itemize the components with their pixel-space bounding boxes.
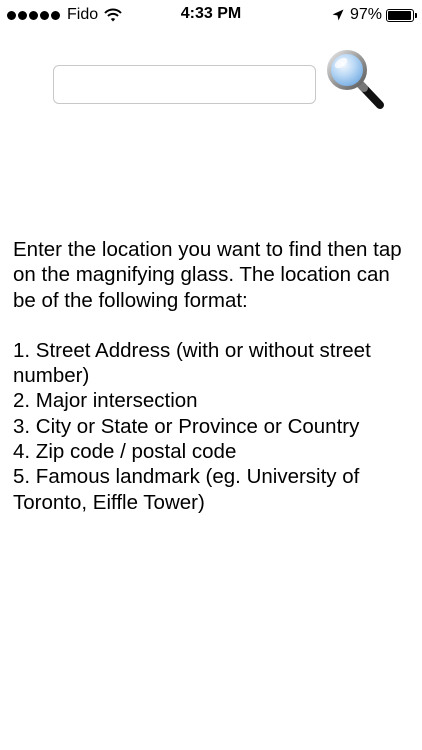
magnifying-glass-icon xyxy=(327,50,384,109)
format-list-item: 2. Major intersection xyxy=(13,389,198,413)
location-arrow-icon xyxy=(332,9,344,21)
status-bar: Fido 4:33 PM 97% xyxy=(0,0,422,30)
status-right: 97% xyxy=(332,6,417,24)
battery-icon xyxy=(386,8,417,22)
format-list-item: 1. Street Address (with or without stree… xyxy=(13,338,371,388)
instructions-intro: Enter the location you want to find then… xyxy=(13,238,402,312)
battery-percent: 97% xyxy=(349,6,382,23)
search-button[interactable] xyxy=(326,48,386,110)
format-list: 1. Street Address (with or without stree… xyxy=(13,338,409,515)
format-list-item: 3. City or State or Province or Country xyxy=(13,414,360,438)
search-input[interactable] xyxy=(53,65,316,104)
format-list-item: 5. Famous landmark (eg. University of To… xyxy=(13,465,360,514)
instructions: Enter the location you want to find then… xyxy=(13,237,409,515)
battery-fill xyxy=(388,10,412,20)
format-list-item: 4. Zip code / postal code xyxy=(13,440,237,464)
